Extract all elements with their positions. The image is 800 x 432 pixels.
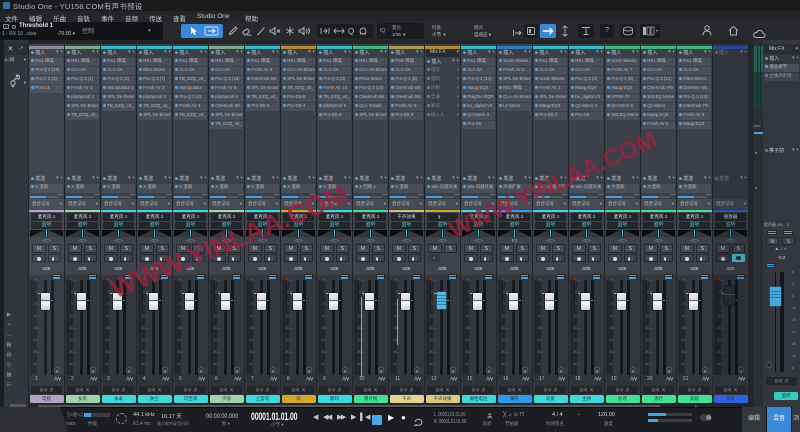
svg-text:Q: Q bbox=[348, 27, 354, 36]
